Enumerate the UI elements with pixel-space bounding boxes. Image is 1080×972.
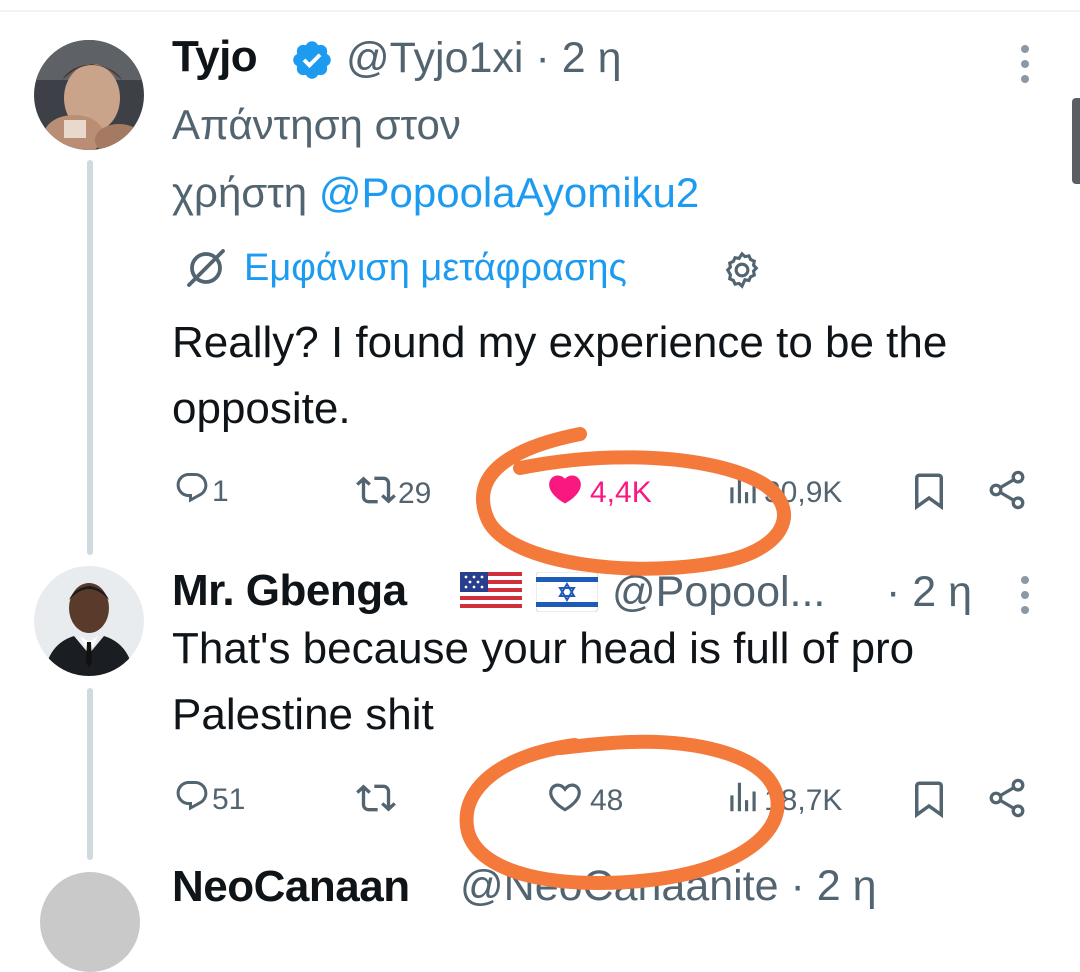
display-name[interactable]: Tyjo <box>172 32 258 82</box>
views-button[interactable]: 18,7K <box>724 778 842 824</box>
user-handle[interactable]: @NeoCanaanite <box>460 862 779 910</box>
repost-icon <box>356 778 396 826</box>
avatar[interactable] <box>34 40 144 150</box>
like-button[interactable]: 4,4K <box>546 470 652 516</box>
heart-filled-icon <box>546 470 584 516</box>
avatar[interactable] <box>40 872 140 972</box>
views-chart-icon <box>724 778 762 824</box>
like-button[interactable]: 48 <box>546 778 623 824</box>
display-name[interactable]: Mr. Gbenga <box>172 566 407 616</box>
translate-icon <box>182 244 230 292</box>
verified-badge-icon <box>290 38 334 87</box>
show-translation-button[interactable]: Εμφάνιση μετάφρασης <box>182 244 627 292</box>
timestamp[interactable]: · 2 η <box>535 34 621 82</box>
reply-count: 1 <box>212 475 229 508</box>
us-flag-icon <box>460 572 522 612</box>
views-count: 18,7K <box>764 784 843 817</box>
reply-prefix-line1: Απάντηση στον <box>172 101 461 148</box>
reply-context: Απάντηση στον χρήστη @PopoolaAyomiku2 <box>172 96 699 222</box>
views-count: 30,9K <box>764 476 843 509</box>
reply-button[interactable]: 1 <box>174 470 229 514</box>
reply-prefix-line2: χρήστη <box>172 169 308 216</box>
heart-outline-icon <box>546 778 584 824</box>
translation-settings-gear-icon[interactable] <box>720 248 764 297</box>
timestamp[interactable]: · 2 η <box>791 862 877 910</box>
translate-label: Εμφάνιση μετάφρασης <box>244 246 627 289</box>
like-count: 4,4K <box>590 476 652 509</box>
tweet-text: Really? I found my experience to be the … <box>172 318 948 433</box>
display-name[interactable]: NeoCanaan <box>172 862 410 912</box>
repost-count: 29 <box>398 477 432 510</box>
scrollbar-thumb[interactable] <box>1072 98 1080 184</box>
more-options-icon[interactable] <box>1021 576 1029 621</box>
avatar[interactable] <box>34 566 144 676</box>
repost-button[interactable] <box>356 778 396 826</box>
bookmark-icon[interactable] <box>908 470 950 517</box>
reply-count: 51 <box>212 783 246 816</box>
tweet-text: That's because your head is full of pro … <box>172 624 915 739</box>
reply-to-link[interactable]: @PopoolaAyomiku2 <box>319 169 699 216</box>
reply-icon <box>174 778 210 822</box>
share-icon[interactable] <box>985 776 1029 825</box>
reply-icon <box>174 470 210 514</box>
repost-button[interactable]: 29 <box>356 470 431 518</box>
like-count: 48 <box>590 784 624 817</box>
repost-icon <box>356 470 396 518</box>
user-handle[interactable]: @Popool... <box>612 568 825 616</box>
thread-connector <box>87 688 93 860</box>
views-chart-icon <box>724 470 762 516</box>
top-divider <box>0 10 1080 12</box>
bookmark-icon[interactable] <box>908 778 950 825</box>
user-handle[interactable]: @Tyjo1xi <box>346 34 523 82</box>
thread-connector <box>87 160 93 555</box>
reply-button[interactable]: 51 <box>174 778 245 822</box>
israel-flag-icon <box>536 572 598 612</box>
views-button[interactable]: 30,9K <box>724 470 842 516</box>
share-icon[interactable] <box>985 468 1029 517</box>
more-options-icon[interactable] <box>1021 45 1029 90</box>
timestamp[interactable]: · 2 η <box>886 568 972 617</box>
